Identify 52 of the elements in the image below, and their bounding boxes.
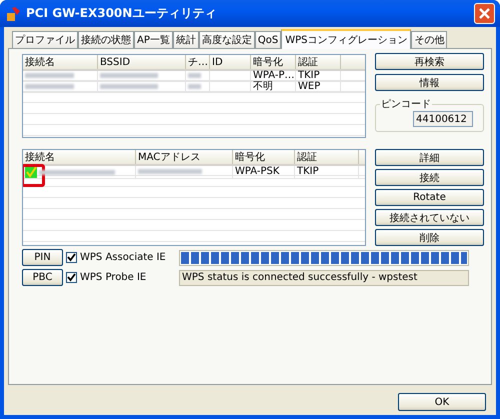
column-header[interactable]: 暗号化: [232, 150, 294, 165]
column-header[interactable]: 認証: [296, 55, 340, 70]
table-cell: WPA-PSK: [235, 166, 280, 177]
blurred-text: [100, 72, 158, 78]
ok-button[interactable]: OK: [398, 393, 486, 411]
group-label: ピンコード: [380, 98, 432, 111]
blurred-text: [138, 168, 202, 174]
window-title: PCI GW-EX300Nユーティリティ: [26, 5, 218, 22]
table-cell: TKIP: [297, 166, 319, 177]
checkbox[interactable]: [66, 252, 77, 263]
checkbox[interactable]: [66, 272, 77, 283]
table-cell: TKIP: [298, 70, 320, 81]
blurred-text: [188, 72, 202, 78]
column-header[interactable]: 暗号化: [250, 55, 296, 70]
column-header[interactable]: BSSID: [98, 55, 186, 70]
checkbox-label: WPS Probe IE: [80, 272, 146, 283]
side-button[interactable]: Rotate: [375, 189, 484, 206]
close-icon: [478, 7, 491, 20]
blurred-text: [100, 84, 158, 89]
side-button[interactable]: 情報: [375, 74, 484, 91]
column-header[interactable]: 接続名: [23, 55, 98, 70]
wps-button[interactable]: PBC: [22, 269, 63, 286]
tab[interactable]: プロファイル: [12, 31, 78, 48]
blurred-text: [25, 84, 74, 89]
side-button[interactable]: 再検索: [375, 53, 484, 70]
tab[interactable]: WPSコンフィグレーション: [281, 29, 412, 49]
table-cell: WPA-P…: [253, 70, 295, 81]
wps-button[interactable]: PIN: [22, 249, 63, 266]
blurred-text: [25, 72, 74, 78]
column-header[interactable]: 認証: [294, 150, 358, 165]
tab[interactable]: AP一覧: [134, 31, 173, 48]
side-button[interactable]: 接続: [375, 169, 484, 186]
column-header[interactable]: MACアドレス: [136, 150, 232, 165]
tab[interactable]: 接続の状態: [78, 31, 134, 48]
side-button[interactable]: 削除: [375, 229, 484, 246]
column-header[interactable]: チ…: [186, 55, 210, 70]
status-field: WPS status is connected successfully - wpstest: [179, 270, 469, 286]
column-header[interactable]: ID: [210, 55, 250, 70]
tab[interactable]: 高度な設定: [198, 31, 255, 48]
tab[interactable]: QoS: [254, 31, 282, 48]
app-icon: [6, 6, 22, 22]
table-cell: WEP: [298, 81, 320, 92]
side-button[interactable]: 接続されていない: [375, 209, 484, 226]
table-cell: 不明: [253, 81, 273, 92]
tab[interactable]: 統計: [172, 31, 199, 48]
pin-code-field[interactable]: 44100612: [413, 111, 473, 127]
side-button[interactable]: 詳細: [375, 149, 484, 166]
close-button[interactable]: [474, 3, 495, 24]
tab[interactable]: その他: [411, 31, 448, 48]
column-header[interactable]: 接続名: [23, 150, 136, 165]
blurred-text: [188, 84, 202, 89]
checkbox-label: WPS Associate IE: [80, 252, 166, 263]
